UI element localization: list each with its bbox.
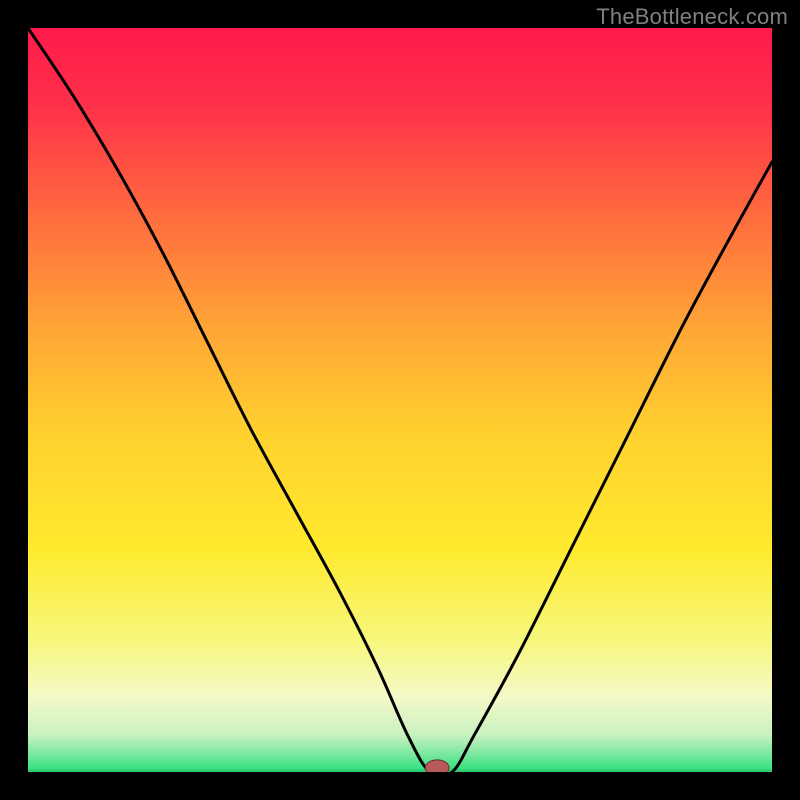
chart-frame: TheBottleneck.com <box>0 0 800 800</box>
optimum-marker <box>425 760 449 772</box>
gradient-background <box>28 28 772 772</box>
watermark-text: TheBottleneck.com <box>596 4 788 30</box>
bottleneck-chart <box>28 28 772 772</box>
plot-area <box>28 28 772 772</box>
